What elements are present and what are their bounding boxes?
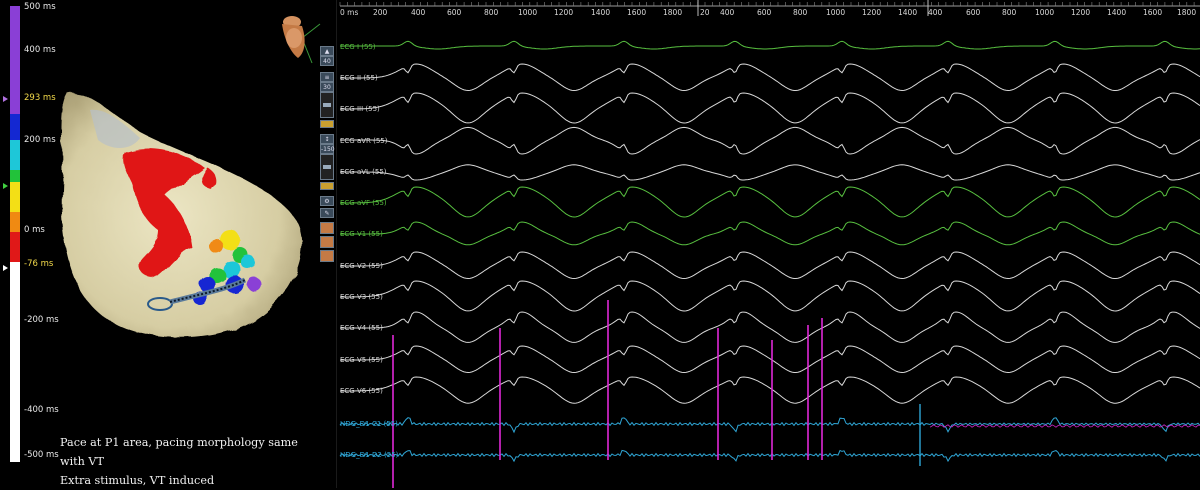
channel-label-ecg-iii[interactable]: ECG III (55) (340, 105, 380, 113)
head-icon[interactable] (320, 250, 334, 262)
head-icon[interactable] (320, 236, 334, 248)
channel-label-ecg-v3[interactable]: ECG V3 (55) (340, 293, 383, 301)
ecg-trace (340, 345, 1200, 374)
pen-icon[interactable]: ✎ (320, 208, 334, 218)
ecg-trace (340, 311, 1200, 343)
channel-label-ecg-v5[interactable]: ECG V5 (55) (340, 356, 383, 364)
head-icon[interactable] (320, 222, 334, 234)
ecg-trace (340, 186, 1200, 218)
ecg-trace (340, 92, 1200, 124)
ecg-trace (340, 221, 1200, 246)
colorbar-marker-mid[interactable] (3, 183, 8, 189)
lock-icon[interactable] (320, 120, 334, 128)
channel-label-hdg-d1-c1[interactable]: HDG_D1-C1 (55) (340, 420, 398, 428)
zoom-icon[interactable]: ▲ (320, 46, 334, 56)
offset-slider[interactable] (320, 154, 334, 180)
ecg-trace (340, 40, 1200, 50)
channel-label-ecg-v6[interactable]: ECG V6 (55) (340, 387, 383, 395)
ecg-trace (340, 126, 1200, 155)
channel-label-ecg-i[interactable]: ECG I (55) (340, 43, 376, 51)
channel-label-ecg-avl[interactable]: ECG aVL (55) (340, 168, 387, 176)
ecg-trace (339, 449, 1200, 463)
map-panel: 500 ms 400 ms 293 ms 200 ms 0 ms -76 ms … (0, 0, 322, 490)
settings-icon[interactable]: ⚙ (320, 196, 334, 206)
annotation-caption: Pace at P1 area, pacing morphology same … (60, 433, 320, 490)
orientation-icon[interactable] (272, 8, 322, 68)
ecg-trace (340, 63, 1200, 92)
ecg-trace (339, 417, 1200, 434)
gain-value[interactable]: 40 (320, 56, 334, 66)
ecg-trace (340, 164, 1200, 181)
channel-label-ecg-avr[interactable]: ECG aVR (55) (340, 137, 388, 145)
caption-line-2: Extra stimulus, VT induced (60, 474, 215, 487)
channel-label-ecg-avf[interactable]: ECG aVF (55) (340, 199, 387, 207)
ecg-trace-area[interactable] (336, 0, 1200, 488)
caption-line-1: Pace at P1 area, pacing morphology same … (60, 436, 298, 468)
lat-colorbar (10, 6, 20, 462)
offset-value[interactable]: -150 (320, 144, 335, 154)
colorbar-marker-top[interactable] (3, 96, 8, 102)
channel-label-ecg-v1[interactable]: ECG V1 (55) (340, 230, 383, 238)
ecg-trace (340, 376, 1200, 404)
colorbar-marker-low[interactable] (3, 265, 8, 271)
cardiac-3d-map[interactable] (40, 80, 310, 350)
lat-label: 400 ms (24, 45, 56, 55)
ecg-trace (340, 251, 1200, 280)
lat-label: -400 ms (24, 405, 59, 415)
grid-icon[interactable]: ≡ (320, 72, 334, 82)
stim-channel-trace (929, 424, 1200, 428)
channel-label-ecg-v4[interactable]: ECG V4 (55) (340, 324, 383, 332)
channel-label-ecg-ii[interactable]: ECG II (55) (340, 74, 378, 82)
speed-slider[interactable] (320, 92, 334, 118)
speed-value[interactable]: 30 (320, 82, 334, 92)
channel-label-ecg-v2[interactable]: ECG V2 (55) (340, 262, 383, 270)
scale-icon[interactable]: ↕ (320, 134, 334, 144)
lock-icon[interactable] (320, 182, 334, 190)
lat-label: 500 ms (24, 2, 56, 12)
lat-label: -500 ms (24, 450, 59, 460)
channel-label-hdg-d1-d2[interactable]: HDG_D1-D2 (55) (340, 451, 398, 459)
ecg-trace (340, 280, 1200, 312)
trace-toolbar: ▲ 40 ≡ 30 ↕ -150 ⚙ ✎ (318, 38, 336, 278)
